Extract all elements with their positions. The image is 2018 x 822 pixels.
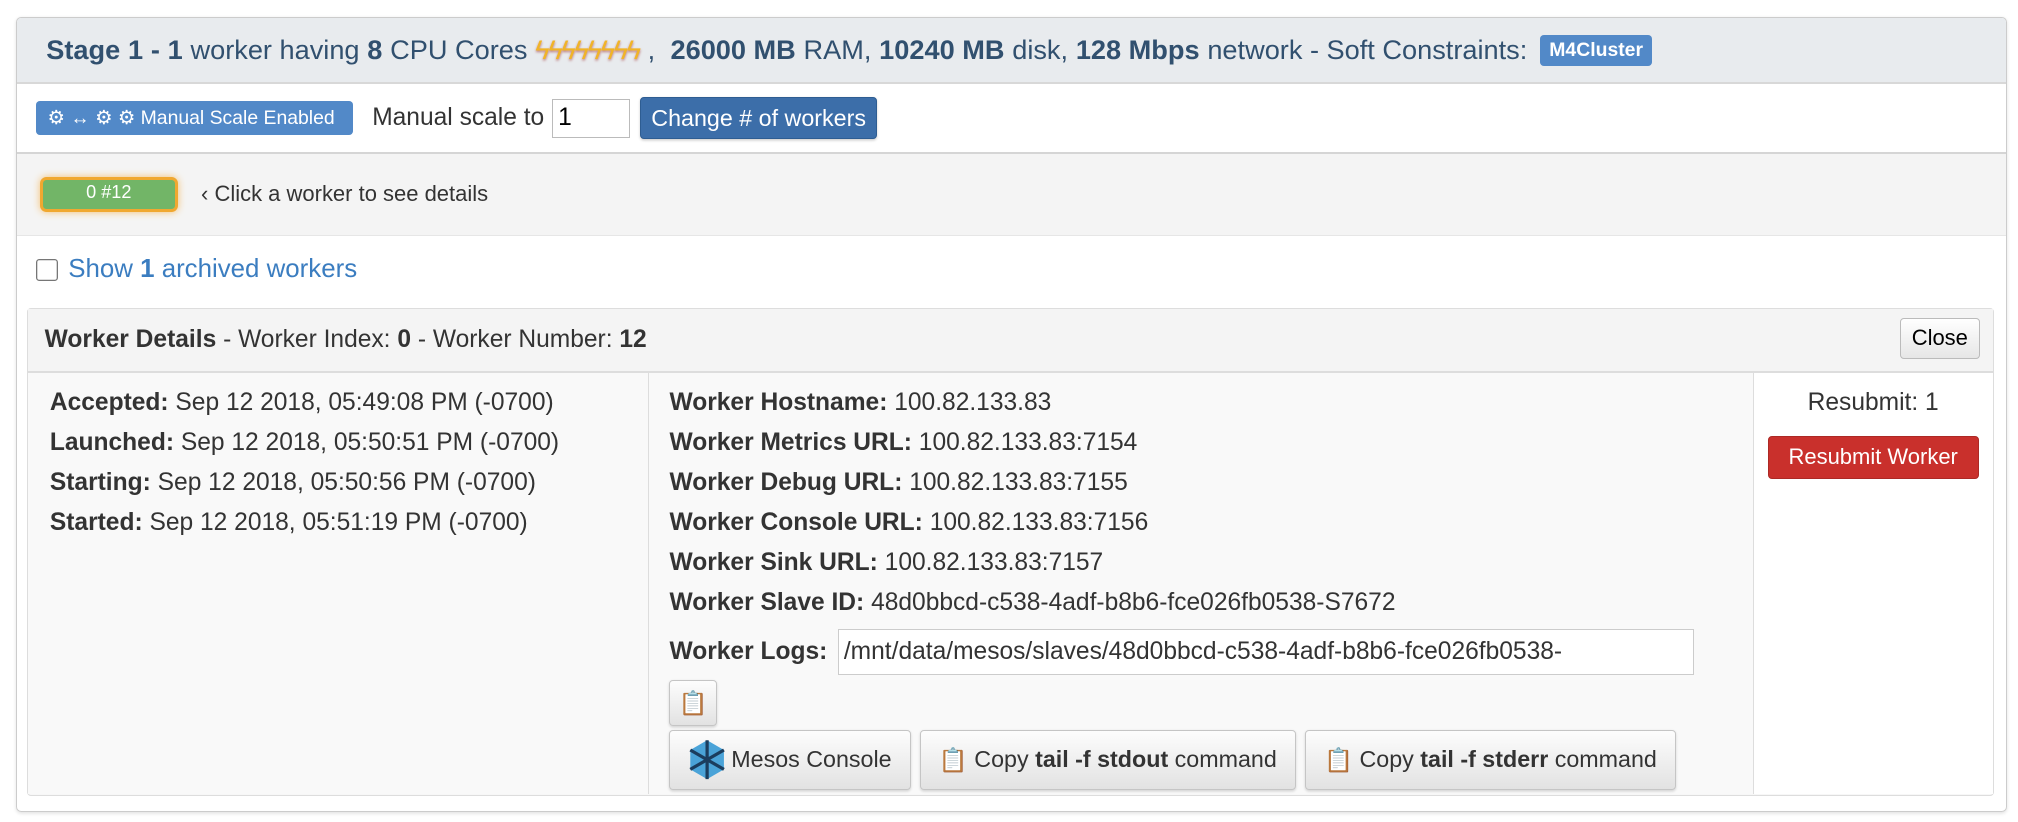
close-button[interactable]: Close — [1899, 317, 1980, 360]
label: Worker Hostname: — [669, 388, 888, 416]
worker-index: 0 — [397, 325, 412, 353]
archived-link[interactable]: Show — [68, 255, 133, 284]
text: worker having — [190, 34, 360, 66]
logs-row: Worker Logs: — [669, 626, 1752, 678]
stage-number: 1 — [127, 34, 144, 66]
worker-info-column: Worker Hostname: 100.82.133.83 Worker Me… — [648, 372, 1754, 795]
label: Accepted: — [49, 388, 169, 416]
sink-url-row: Worker Sink URL: 100.82.133.83:7157 — [669, 546, 1752, 586]
ram: 26000 MB — [670, 34, 796, 66]
manual-scale-badge: ⚙ ↔ ⚙ ⚙ Manual Scale Enabled — [35, 100, 353, 136]
stdout-command: tail -f stdout — [1035, 746, 1169, 773]
stderr-command: tail -f stderr — [1420, 746, 1549, 773]
archived-link-text[interactable]: archived workers — [162, 255, 357, 284]
value: 48d0bbcd-c538-4adf-b8b6-fce026fb0538-S76… — [871, 589, 1396, 617]
value: 100.82.133.83:7155 — [909, 468, 1128, 496]
cpu-cores: 8 — [367, 34, 383, 66]
label: command — [1554, 746, 1657, 773]
stage-panel: Stage 1 - 1 worker having 8 CPU Cores ϟϟ… — [15, 16, 2008, 812]
text: RAM, — [803, 34, 872, 66]
metrics-url-row: Worker Metrics URL: 100.82.133.83:7154 — [669, 426, 1752, 466]
text: network - Soft Constraints: — [1207, 34, 1528, 66]
value: Sep 12 2018, 05:49:08 PM (-0700) — [175, 388, 554, 416]
mesos-console-button[interactable]: Mesos Console — [669, 729, 911, 791]
label: Copy — [1359, 746, 1414, 773]
number-label: - Worker Number: — [417, 325, 613, 353]
worker-hint: ‹ Click a worker to see details — [201, 181, 489, 207]
value: Sep 12 2018, 05:50:56 PM (-0700) — [157, 468, 536, 496]
hostname-row: Worker Hostname: 100.82.133.83 — [669, 386, 1752, 426]
label: Launched: — [49, 428, 175, 456]
label: Worker Metrics URL: — [669, 428, 912, 456]
label: Copy — [974, 746, 1029, 773]
scale-input[interactable] — [551, 98, 630, 138]
copy-stdout-button[interactable]: 📋 Copy tail -f stdout command — [919, 729, 1296, 791]
text: disk, — [1012, 34, 1069, 66]
slave-id-row: Worker Slave ID: 48d0bbcd-c538-4adf-b8b6… — [669, 586, 1752, 626]
worker-strip: 0 #12 ‹ Click a worker to see details — [16, 153, 2007, 237]
resubmit-count: Resubmit: 1 — [1807, 388, 1939, 416]
label: Worker Console URL: — [669, 508, 923, 536]
clipboard-icon: 📋 — [678, 690, 708, 717]
worker-details-header: Worker Details - Worker Index: 0 - Worke… — [27, 308, 1993, 373]
resubmit-column: Resubmit: 1 Resubmit Worker — [1753, 372, 1993, 795]
network: 128 Mbps — [1075, 34, 1200, 66]
value: Sep 12 2018, 05:51:19 PM (-0700) — [149, 508, 528, 536]
disk: 10240 MB — [879, 34, 1005, 66]
worker-number: 12 — [619, 325, 647, 353]
archived-count[interactable]: 1 — [140, 255, 154, 284]
label: Starting: — [49, 468, 151, 496]
mesos-console-label: Mesos Console — [731, 746, 892, 773]
value: 100.82.133.83 — [894, 388, 1052, 416]
lightning-icons: ϟϟϟϟϟϟϟϟ — [535, 34, 641, 66]
label: command — [1174, 746, 1277, 773]
worker-button[interactable]: 0 #12 — [39, 177, 178, 212]
starting-row: Starting: Sep 12 2018, 05:50:56 PM (-070… — [50, 466, 648, 506]
worker-details-panel: Worker Details - Worker Index: 0 - Worke… — [26, 307, 1994, 796]
mesos-logo-icon — [689, 740, 725, 780]
label: Worker Debug URL: — [669, 468, 903, 496]
archived-checkbox[interactable] — [35, 258, 58, 281]
clipboard-icon: 📋 — [938, 746, 968, 773]
clipboard-icon: 📋 — [1324, 746, 1354, 773]
scale-toolbar: ⚙ ↔ ⚙ ⚙ Manual Scale Enabled Manual scal… — [16, 84, 2007, 154]
scale-label: Manual scale to — [372, 104, 545, 132]
separator: - — [150, 34, 160, 66]
copy-logs-button[interactable]: 📋 — [669, 680, 718, 726]
resubmit-worker-button[interactable]: Resubmit Worker — [1767, 436, 1979, 479]
change-workers-button[interactable]: Change # of workers — [639, 97, 878, 139]
console-url-row: Worker Console URL: 100.82.133.83:7156 — [669, 506, 1752, 546]
timestamps-column: Accepted: Sep 12 2018, 05:49:08 PM (-070… — [27, 372, 649, 795]
copy-stderr-button[interactable]: 📋 Copy tail -f stderr command — [1304, 729, 1676, 791]
details-title: Worker Details — [44, 325, 217, 353]
logs-path-input[interactable] — [837, 628, 1695, 676]
label: Worker Slave ID: — [669, 589, 865, 617]
worker-count: 1 — [167, 34, 183, 66]
label: Started: — [49, 508, 143, 536]
value: 100.82.133.83:7157 — [884, 548, 1104, 576]
value: Sep 12 2018, 05:50:51 PM (-0700) — [180, 428, 560, 456]
launched-row: Launched: Sep 12 2018, 05:50:51 PM (-070… — [50, 426, 648, 466]
index-label: - Worker Index: — [223, 325, 391, 353]
stage-header: Stage 1 - 1 worker having 8 CPU Cores ϟϟ… — [16, 17, 2007, 85]
started-row: Started: Sep 12 2018, 05:51:19 PM (-0700… — [50, 506, 648, 546]
label: Worker Sink URL: — [669, 548, 878, 576]
stage-label: Stage — [46, 34, 121, 66]
debug-url-row: Worker Debug URL: 100.82.133.83:7155 — [669, 466, 1752, 506]
logs-label: Worker Logs: — [669, 638, 828, 666]
value: 100.82.133.83:7154 — [918, 428, 1138, 456]
text: CPU Cores — [390, 34, 528, 66]
value: 100.82.133.83:7156 — [929, 508, 1149, 536]
constraint-label: M4Cluster — [1540, 34, 1653, 66]
archived-toggle[interactable]: Show 1 archived workers — [17, 236, 2007, 303]
accepted-row: Accepted: Sep 12 2018, 05:49:08 PM (-070… — [50, 386, 648, 426]
